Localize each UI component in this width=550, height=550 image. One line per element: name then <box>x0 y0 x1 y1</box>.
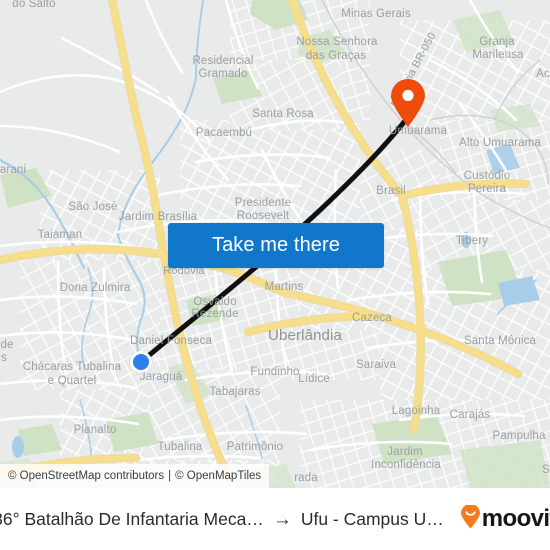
trip-destination-label: Ufu - Campus U… <box>300 508 444 529</box>
moovit-pin-smile-icon <box>460 503 481 534</box>
moovit-wordmark: moovit <box>481 505 550 532</box>
arrow-right-icon: → <box>272 508 292 530</box>
trip-origin-label: 36° Batalhão De Infantaria Meca… <box>0 508 264 529</box>
trip-summary: 36° Batalhão De Infantaria Meca… → Ufu -… <box>0 509 444 530</box>
attribution-separator: | <box>168 470 172 482</box>
trip-footer: 36° Batalhão De Infantaria Meca… → Ufu -… <box>0 488 550 550</box>
moovit-logo[interactable]: moovit <box>460 503 550 534</box>
origin-marker[interactable] <box>130 351 152 373</box>
openmaptiles-attribution-link[interactable]: © OpenMapTiles <box>175 470 261 482</box>
app-root: do Salto Minas Gerais Nossa Senhora das Gra… <box>0 0 550 550</box>
osm-attribution-link[interactable]: © OpenStreetMap contributors <box>8 470 164 482</box>
map-attribution: © OpenStreetMap contributors | © OpenMap… <box>0 464 270 488</box>
map-pin-icon <box>391 79 425 127</box>
destination-marker[interactable] <box>389 78 427 128</box>
map-canvas[interactable]: do Salto Minas Gerais Nossa Senhora das Gra… <box>0 0 550 488</box>
take-me-there-button[interactable]: Take me there <box>168 223 384 268</box>
